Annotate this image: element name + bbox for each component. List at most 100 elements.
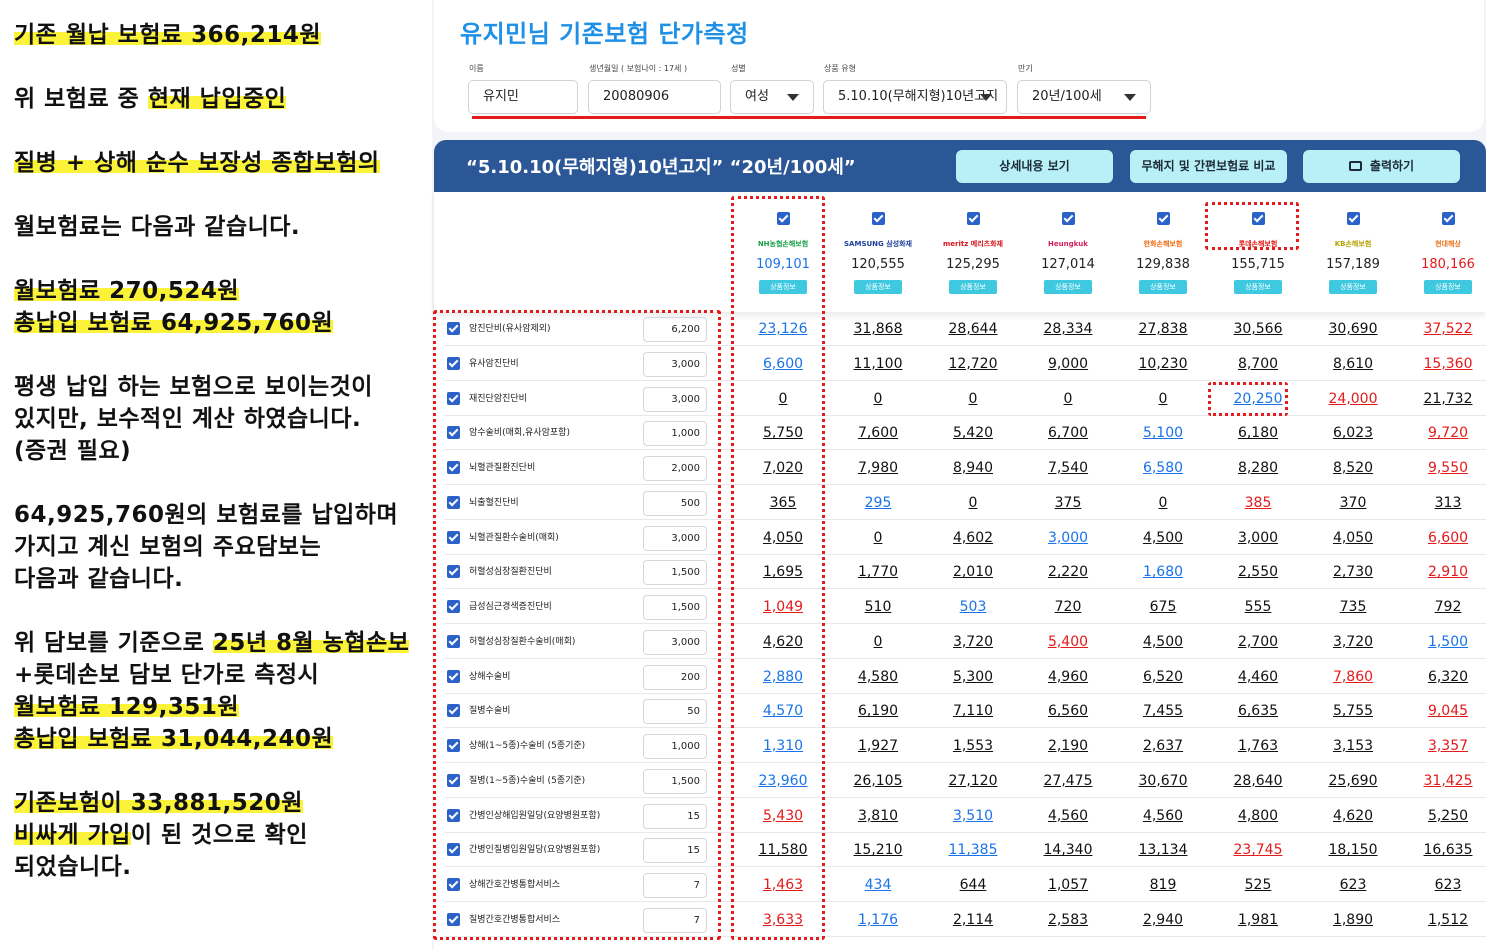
- premium-cell[interactable]: 1,680: [1118, 555, 1208, 589]
- premium-cell[interactable]: 2,010: [928, 555, 1018, 589]
- premium-cell[interactable]: 2,220: [1023, 555, 1113, 589]
- product-info-button[interactable]: 상품정보: [1139, 280, 1187, 294]
- product-info-button[interactable]: 상품정보: [949, 280, 997, 294]
- premium-cell[interactable]: 510: [833, 590, 923, 624]
- premium-cell[interactable]: 7,110: [928, 694, 1018, 728]
- premium-cell[interactable]: 2,114: [928, 903, 1018, 937]
- premium-cell[interactable]: 8,940: [928, 451, 1018, 485]
- premium-cell[interactable]: 4,500: [1118, 625, 1208, 659]
- premium-cell[interactable]: 5,420: [928, 416, 1018, 450]
- premium-cell[interactable]: 0: [833, 382, 923, 416]
- premium-cell[interactable]: 9,000: [1023, 347, 1113, 381]
- premium-cell[interactable]: 6,190: [833, 694, 923, 728]
- premium-cell[interactable]: 7,980: [833, 451, 923, 485]
- premium-cell[interactable]: 11,100: [833, 347, 923, 381]
- premium-cell[interactable]: 1,176: [833, 903, 923, 937]
- premium-cell[interactable]: 2,190: [1023, 729, 1113, 763]
- premium-cell[interactable]: 644: [928, 868, 1018, 902]
- premium-cell[interactable]: 30,566: [1213, 312, 1303, 346]
- premium-cell[interactable]: 27,475: [1023, 764, 1113, 798]
- print-button[interactable]: 출력하기: [1303, 150, 1460, 183]
- gender-select[interactable]: 여성: [730, 80, 814, 114]
- premium-cell[interactable]: 2,637: [1118, 729, 1208, 763]
- premium-cell[interactable]: 675: [1118, 590, 1208, 624]
- premium-cell[interactable]: 525: [1213, 868, 1303, 902]
- premium-cell[interactable]: 0: [928, 486, 1018, 520]
- premium-cell[interactable]: 0: [1023, 382, 1113, 416]
- premium-cell[interactable]: 3,000: [1213, 521, 1303, 555]
- premium-cell[interactable]: 434: [833, 868, 923, 902]
- premium-cell[interactable]: 2,700: [1213, 625, 1303, 659]
- premium-cell[interactable]: 385: [1213, 486, 1303, 520]
- premium-cell[interactable]: 720: [1023, 590, 1113, 624]
- premium-cell[interactable]: 6,320: [1403, 660, 1486, 694]
- premium-cell[interactable]: 30,690: [1308, 312, 1398, 346]
- premium-cell[interactable]: 2,910: [1403, 555, 1486, 589]
- premium-cell[interactable]: 819: [1118, 868, 1208, 902]
- premium-cell[interactable]: 27,120: [928, 764, 1018, 798]
- checkbox-icon[interactable]: [1346, 212, 1360, 225]
- checkbox-icon[interactable]: [1156, 212, 1170, 225]
- premium-cell[interactable]: 2,730: [1308, 555, 1398, 589]
- premium-cell[interactable]: 3,153: [1308, 729, 1398, 763]
- premium-cell[interactable]: 4,620: [1308, 799, 1398, 833]
- premium-cell[interactable]: 1,057: [1023, 868, 1113, 902]
- premium-cell[interactable]: 27,838: [1118, 312, 1208, 346]
- premium-cell[interactable]: 4,800: [1213, 799, 1303, 833]
- premium-cell[interactable]: 375: [1023, 486, 1113, 520]
- premium-cell[interactable]: 6,635: [1213, 694, 1303, 728]
- premium-cell[interactable]: 8,520: [1308, 451, 1398, 485]
- premium-cell[interactable]: 3,000: [1023, 521, 1113, 555]
- premium-cell[interactable]: 24,000: [1308, 382, 1398, 416]
- premium-cell[interactable]: 14,340: [1023, 833, 1113, 867]
- premium-cell[interactable]: 5,400: [1023, 625, 1113, 659]
- premium-cell[interactable]: 6,700: [1023, 416, 1113, 450]
- premium-cell[interactable]: 23,745: [1213, 833, 1303, 867]
- checkbox-icon[interactable]: [966, 212, 980, 225]
- premium-cell[interactable]: 4,560: [1023, 799, 1113, 833]
- premium-cell[interactable]: 6,560: [1023, 694, 1113, 728]
- premium-cell[interactable]: 0: [833, 625, 923, 659]
- premium-cell[interactable]: 295: [833, 486, 923, 520]
- premium-cell[interactable]: 6,520: [1118, 660, 1208, 694]
- premium-cell[interactable]: 12,720: [928, 347, 1018, 381]
- premium-cell[interactable]: 9,550: [1403, 451, 1486, 485]
- premium-cell[interactable]: 5,755: [1308, 694, 1398, 728]
- premium-cell[interactable]: 6,600: [1403, 521, 1486, 555]
- premium-cell[interactable]: 3,720: [928, 625, 1018, 659]
- premium-cell[interactable]: 30,670: [1118, 764, 1208, 798]
- premium-cell[interactable]: 1,500: [1403, 625, 1486, 659]
- premium-cell[interactable]: 18,150: [1308, 833, 1398, 867]
- premium-cell[interactable]: 7,455: [1118, 694, 1208, 728]
- term-select[interactable]: 20년/100세: [1017, 80, 1151, 114]
- premium-cell[interactable]: 26,105: [833, 764, 923, 798]
- premium-cell[interactable]: 1,512: [1403, 903, 1486, 937]
- premium-cell[interactable]: 3,357: [1403, 729, 1486, 763]
- premium-cell[interactable]: 0: [1118, 486, 1208, 520]
- premium-cell[interactable]: 31,425: [1403, 764, 1486, 798]
- product-info-button[interactable]: 상품정보: [1329, 280, 1377, 294]
- premium-cell[interactable]: 15,360: [1403, 347, 1486, 381]
- premium-cell[interactable]: 9,720: [1403, 416, 1486, 450]
- premium-cell[interactable]: 4,460: [1213, 660, 1303, 694]
- detail-view-button[interactable]: 상세내용 보기: [956, 150, 1113, 183]
- premium-cell[interactable]: 15,210: [833, 833, 923, 867]
- premium-cell[interactable]: 21,732: [1403, 382, 1486, 416]
- premium-cell[interactable]: 4,580: [833, 660, 923, 694]
- premium-cell[interactable]: 8,280: [1213, 451, 1303, 485]
- premium-cell[interactable]: 25,690: [1308, 764, 1398, 798]
- premium-cell[interactable]: 0: [1118, 382, 1208, 416]
- premium-cell[interactable]: 792: [1403, 590, 1486, 624]
- premium-cell[interactable]: 1,770: [833, 555, 923, 589]
- premium-cell[interactable]: 1,890: [1308, 903, 1398, 937]
- product-info-button[interactable]: 상품정보: [1044, 280, 1092, 294]
- premium-cell[interactable]: 4,560: [1118, 799, 1208, 833]
- compare-button[interactable]: 무해지 및 간편보험료 비교: [1130, 150, 1287, 183]
- premium-cell[interactable]: 5,250: [1403, 799, 1486, 833]
- product-type-select[interactable]: 5.10.10(무해지형)10년고지: [823, 80, 1007, 114]
- premium-cell[interactable]: 28,644: [928, 312, 1018, 346]
- premium-cell[interactable]: 4,602: [928, 521, 1018, 555]
- premium-cell[interactable]: 10,230: [1118, 347, 1208, 381]
- premium-cell[interactable]: 370: [1308, 486, 1398, 520]
- premium-cell[interactable]: 555: [1213, 590, 1303, 624]
